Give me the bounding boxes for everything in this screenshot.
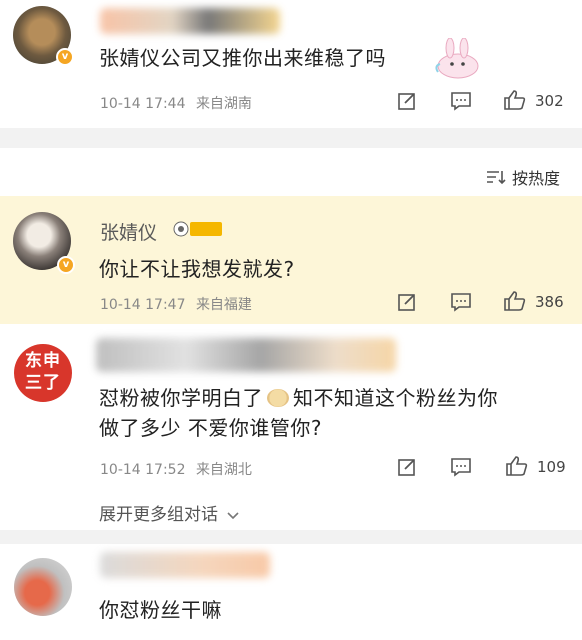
comment-4: 你怼粉丝干嘛 bbox=[0, 544, 582, 640]
like-icon[interactable] bbox=[503, 89, 527, 115]
comment-text: 怼粉被你学明白了 知不知道这个粉丝为你 做了多少 不爱你谁管你? bbox=[99, 386, 498, 440]
author-name[interactable]: 张婧仪 bbox=[100, 218, 157, 245]
comment-3: 东申三了 怼粉被你学明白了 知不知道这个粉丝为你 做了多少 不爱你谁管你? 10-… bbox=[0, 330, 582, 530]
comment-meta: 10-14 17:44 来自湖南 bbox=[100, 93, 252, 113]
comment-icon[interactable] bbox=[450, 292, 472, 316]
verified-badge-icon: v bbox=[56, 48, 74, 66]
avatar-text: 东申三了 bbox=[25, 351, 61, 393]
expand-more-link[interactable]: 展开更多组对话 bbox=[99, 500, 239, 525]
blurred-username bbox=[96, 338, 396, 372]
timestamp: 10-14 17:44 bbox=[100, 96, 186, 112]
blurred-username bbox=[100, 8, 280, 34]
edit-icon[interactable] bbox=[397, 91, 417, 115]
comment-meta: 10-14 17:47 来自福建 bbox=[100, 294, 252, 314]
chevron-down-icon bbox=[227, 505, 239, 525]
comment-text: 张婧仪公司又推你出来维稳了吗 bbox=[99, 46, 386, 70]
section-divider bbox=[0, 530, 582, 544]
like-icon[interactable] bbox=[503, 290, 527, 316]
comment-icon[interactable] bbox=[450, 457, 472, 481]
comment-icon[interactable] bbox=[450, 91, 472, 115]
grin-emoji-icon bbox=[267, 389, 289, 407]
sort-icon[interactable] bbox=[486, 169, 506, 189]
section-divider bbox=[0, 128, 582, 148]
bunny-sticker-icon bbox=[432, 37, 484, 84]
location: 来自湖南 bbox=[195, 96, 252, 112]
location: 来自湖北 bbox=[195, 462, 252, 478]
comment-text: 你怼粉丝干嘛 bbox=[99, 598, 222, 622]
location: 来自福建 bbox=[195, 297, 252, 313]
verified-badge-icon: v bbox=[57, 256, 75, 274]
edit-icon[interactable] bbox=[397, 457, 417, 481]
avatar[interactable]: 东申三了 bbox=[14, 344, 72, 402]
comment-2: v 张婧仪 你让不让我想发就发? 10-14 17:47 来自福建 386 bbox=[0, 196, 582, 324]
comment-1: v 张婧仪公司又推你出来维稳了吗 10-14 17:44 来自湖南 302 bbox=[0, 0, 582, 128]
like-count: 109 bbox=[537, 458, 566, 476]
edit-icon[interactable] bbox=[397, 292, 417, 316]
like-count: 302 bbox=[535, 92, 564, 110]
member-badge-icon bbox=[172, 220, 224, 242]
comment-meta: 10-14 17:52 来自湖北 bbox=[100, 459, 252, 479]
like-count: 386 bbox=[535, 293, 564, 311]
sort-button[interactable]: 按热度 bbox=[512, 165, 560, 189]
avatar[interactable] bbox=[14, 558, 72, 616]
blurred-username bbox=[100, 552, 270, 578]
timestamp: 10-14 17:52 bbox=[100, 462, 186, 478]
comment-text: 你让不让我想发就发? bbox=[99, 257, 295, 281]
timestamp: 10-14 17:47 bbox=[100, 297, 186, 313]
like-icon[interactable] bbox=[505, 455, 529, 481]
